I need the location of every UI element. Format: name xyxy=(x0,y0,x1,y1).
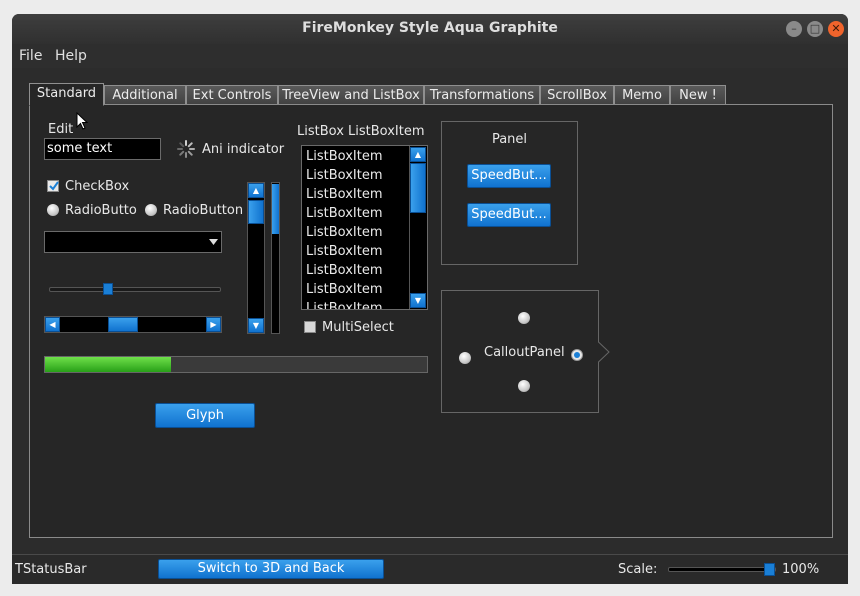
listbox-item[interactable]: ListBoxItem xyxy=(306,282,382,297)
menu-bar: File Help xyxy=(12,44,848,68)
listbox-scrollbar-thumb[interactable] xyxy=(410,163,426,213)
listbox-item[interactable]: ListBoxItem xyxy=(306,244,382,259)
radio-button-1[interactable] xyxy=(47,204,59,216)
multiselect-label: MultiSelect xyxy=(322,320,394,335)
switch-3d-button[interactable]: Switch to 3D and Back xyxy=(158,559,384,579)
progress-bar xyxy=(44,356,428,373)
edit-label: Edit xyxy=(48,122,74,137)
radio-button-1-label: RadioButton xyxy=(65,203,137,218)
listbox[interactable]: ListBoxItem ListBoxItem ListBoxItem ListBox… xyxy=(301,145,428,310)
small-vertical-scrollbar-thumb[interactable] xyxy=(272,184,279,234)
window-title: FireMonkey Style Aqua Graphite xyxy=(302,20,558,36)
tab-new[interactable]: New ! xyxy=(670,85,726,105)
edit-value: some text xyxy=(47,141,113,156)
callout-radio-bottom[interactable] xyxy=(518,380,530,392)
scale-value: 100% xyxy=(782,562,820,577)
scroll-up-icon[interactable]: ▲ xyxy=(248,183,264,198)
checkbox[interactable] xyxy=(47,180,59,192)
ani-indicator-label: Ani indicator xyxy=(202,142,285,157)
menu-help[interactable]: Help xyxy=(55,48,87,64)
tab-memo[interactable]: Memo xyxy=(614,85,670,105)
tab-transformations[interactable]: Transformations xyxy=(424,85,540,105)
combo-box[interactable] xyxy=(44,231,222,253)
close-icon[interactable]: ✕ xyxy=(828,21,844,37)
scroll-down-icon[interactable]: ▼ xyxy=(248,318,264,333)
tab-standard[interactable]: Standard xyxy=(29,83,104,106)
listbox-item[interactable]: ListBoxItem xyxy=(306,225,382,240)
listbox-item[interactable]: ListBoxItem xyxy=(306,187,382,202)
panel-label: Panel xyxy=(491,132,528,147)
tab-additional[interactable]: Additional xyxy=(104,85,186,105)
callout-panel-label: CalloutPanel xyxy=(484,345,565,360)
title-bar[interactable]: FireMonkey Style Aqua Graphite – □ ✕ xyxy=(12,14,848,44)
scale-label: Scale: xyxy=(618,562,658,577)
tab-treeview-listbox[interactable]: TreeView and ListBox xyxy=(278,85,424,105)
scale-trackbar-thumb[interactable] xyxy=(764,563,775,576)
app-window: FireMonkey Style Aqua Graphite – □ ✕ Fil… xyxy=(12,14,848,584)
trackbar-thumb[interactable] xyxy=(103,283,113,295)
checkmark-icon xyxy=(49,181,59,191)
scroll-right-icon[interactable]: ▶ xyxy=(206,317,221,332)
listbox-label: ListBox xyxy=(297,124,344,139)
vertical-scrollbar-thumb[interactable] xyxy=(248,200,264,224)
maximize-icon[interactable]: □ xyxy=(807,21,823,37)
callout-radio-top[interactable] xyxy=(518,312,530,324)
listbox-scroll-up-icon[interactable]: ▲ xyxy=(410,147,426,162)
mouse-cursor-icon xyxy=(76,112,89,130)
glyph-button[interactable]: Glyph xyxy=(155,403,255,428)
minimize-icon[interactable]: – xyxy=(786,21,802,37)
listbox-item[interactable]: ListBoxItem xyxy=(306,168,382,183)
tab-scrollbox[interactable]: ScrollBox xyxy=(540,85,614,105)
listbox-item[interactable]: ListBoxItem xyxy=(306,149,382,164)
radio-button-2-label: RadioButton xyxy=(163,203,244,218)
callout-radio-left[interactable] xyxy=(459,352,471,364)
callout-radio-right-dot xyxy=(574,352,580,358)
listbox-item[interactable]: ListBoxItem xyxy=(306,206,382,221)
speedbutton-2[interactable]: SpeedBut... xyxy=(467,203,551,227)
status-bar: TStatusBar Switch to 3D and Back Scale: … xyxy=(12,554,848,584)
statusbar-label: TStatusBar xyxy=(15,562,87,577)
horizontal-scrollbar-thumb[interactable] xyxy=(108,317,138,332)
radio-button-2[interactable] xyxy=(145,204,157,216)
spinner-icon xyxy=(177,140,195,158)
speedbutton-1[interactable]: SpeedBut... xyxy=(467,164,551,188)
listbox-item[interactable]: ListBoxItem xyxy=(306,263,382,278)
tab-ext-controls[interactable]: Ext Controls xyxy=(186,85,278,105)
menu-file[interactable]: File xyxy=(19,48,42,64)
scale-trackbar[interactable] xyxy=(668,567,776,572)
listboxitem-label: ListBoxItem xyxy=(348,124,425,139)
chevron-down-icon xyxy=(209,239,218,245)
checkbox-label: CheckBox xyxy=(65,179,130,194)
multiselect-checkbox[interactable] xyxy=(304,321,316,333)
trackbar[interactable] xyxy=(49,287,221,292)
listbox-item[interactable]: ListBoxItem xyxy=(306,301,382,309)
listbox-scroll-down-icon[interactable]: ▼ xyxy=(410,293,426,308)
callout-radio-right[interactable] xyxy=(571,349,583,361)
scroll-left-icon[interactable]: ◀ xyxy=(45,317,60,332)
progress-fill xyxy=(45,357,171,372)
edit-field[interactable]: some text xyxy=(44,138,161,160)
